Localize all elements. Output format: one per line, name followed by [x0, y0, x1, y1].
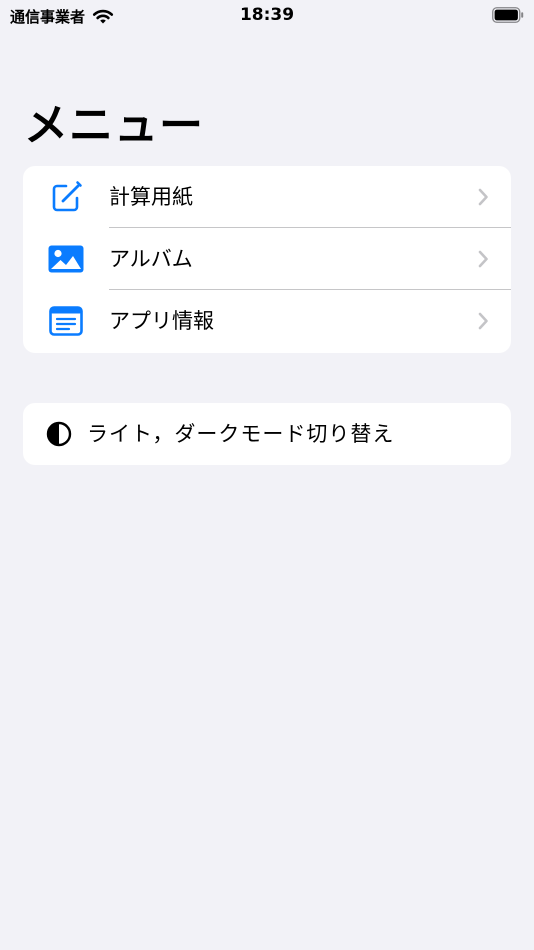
chevron-right-icon — [478, 250, 488, 268]
status-bar: 通信事業者 18:39 — [0, 0, 534, 32]
theme-toggle-row[interactable]: ライト，ダークモード切り替え — [23, 403, 511, 465]
app-info-icon — [46, 301, 86, 341]
half-circle-contrast-icon — [45, 420, 73, 448]
menu-item-scratch-paper[interactable]: 計算用紙 — [23, 166, 511, 228]
photo-icon — [46, 239, 86, 279]
menu-item-label: アプリ情報 — [109, 309, 214, 333]
menu-item-label: 計算用紙 — [109, 185, 193, 209]
battery-icon — [492, 7, 524, 23]
menu-list: 計算用紙 アルバム アプリ情報 — [23, 166, 511, 353]
menu-item-album[interactable]: アルバム — [23, 228, 511, 290]
theme-section: ライト，ダークモード切り替え — [23, 403, 511, 465]
menu-item-label: アルバム — [109, 247, 193, 271]
pencil-square-icon — [46, 177, 86, 217]
theme-toggle-label: ライト，ダークモード切り替え — [87, 422, 395, 446]
chevron-right-icon — [478, 188, 488, 206]
chevron-right-icon — [478, 312, 488, 330]
page-title: メニュー — [24, 100, 204, 151]
menu-item-app-info[interactable]: アプリ情報 — [23, 290, 511, 352]
status-time: 18:39 — [239, 5, 295, 25]
